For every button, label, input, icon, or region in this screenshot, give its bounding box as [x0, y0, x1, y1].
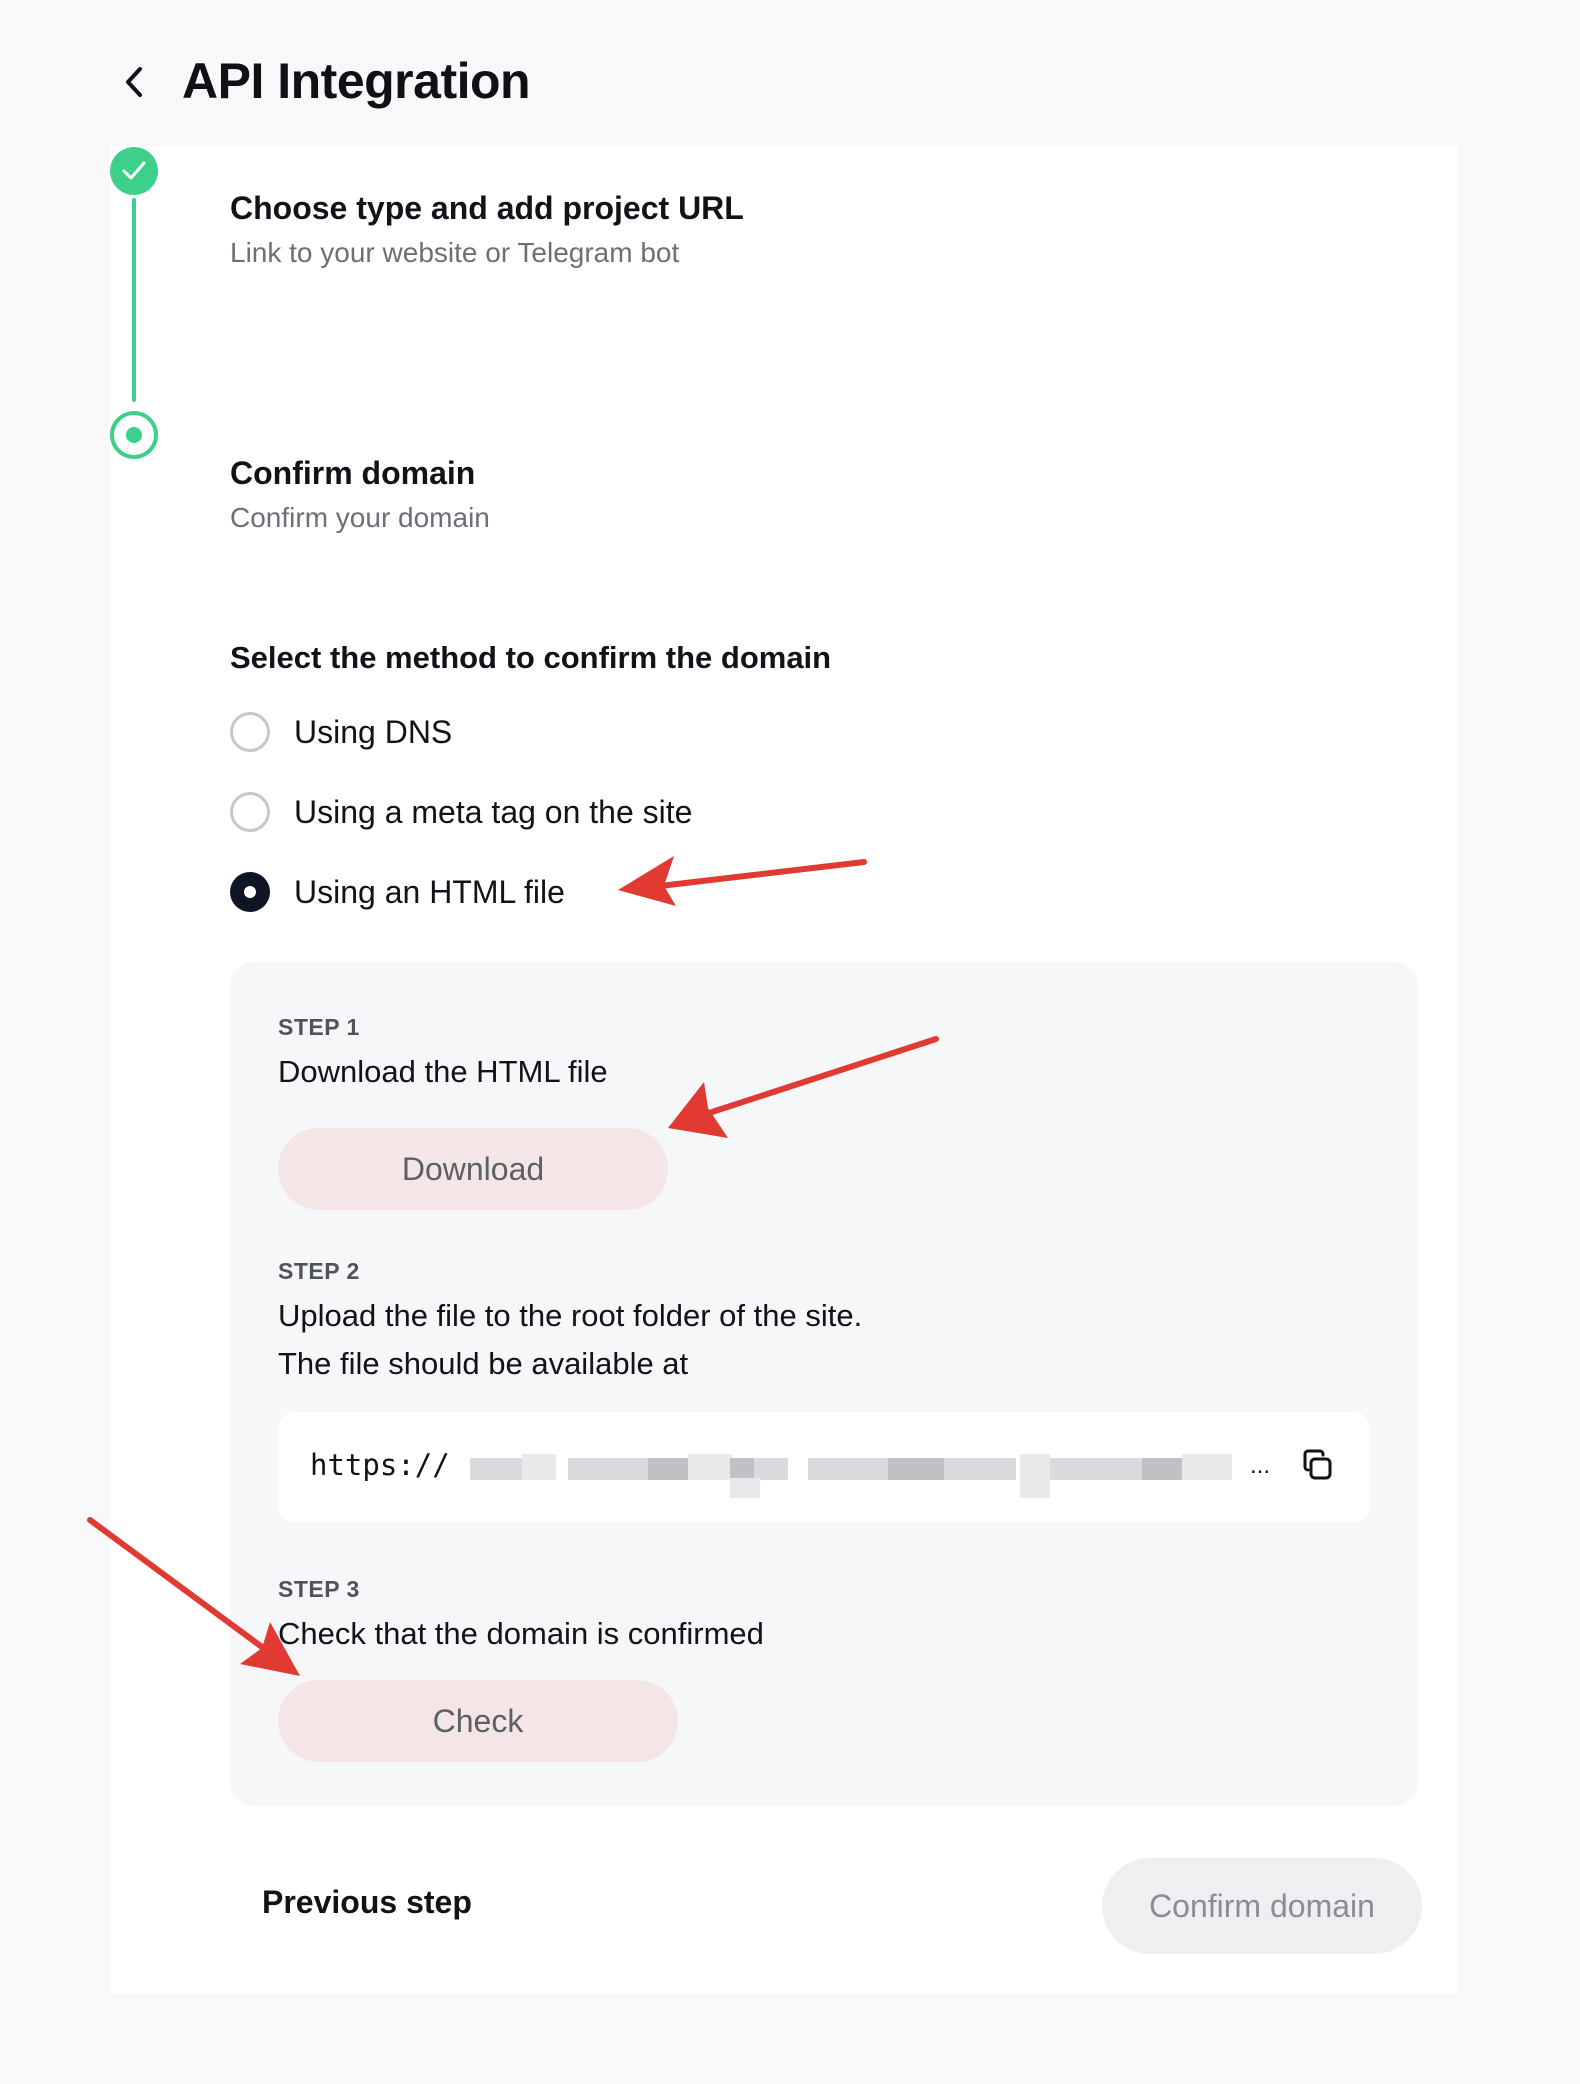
- step-2-text: Upload the file to the root folder of th…: [278, 1298, 863, 1333]
- radio-button-selected[interactable]: [230, 872, 270, 912]
- radio-option-html-file[interactable]: Using an HTML file: [230, 870, 565, 914]
- url-prefix: https://: [310, 1448, 450, 1482]
- step-1-title: Choose type and add project URL: [230, 190, 744, 226]
- radio-option-dns[interactable]: Using DNS: [230, 710, 452, 754]
- copy-icon: [1303, 1449, 1332, 1480]
- step-2-title: Confirm domain: [230, 455, 476, 491]
- file-url-field[interactable]: https:// ...: [278, 1412, 1370, 1522]
- step-2-subtitle: Confirm your domain: [230, 502, 490, 533]
- url-ellipsis: ...: [1250, 1452, 1271, 1479]
- radio-label: Using a meta tag on the site: [294, 793, 693, 830]
- previous-step-button[interactable]: Previous step: [262, 1884, 472, 1921]
- step-active-indicator: [110, 411, 158, 459]
- active-dot: [126, 427, 142, 443]
- step-1-text: Download the HTML file: [278, 1054, 608, 1089]
- confirm-domain-button[interactable]: Confirm domain: [1102, 1858, 1422, 1954]
- method-label: Select the method to confirm the domain: [230, 640, 832, 675]
- step-3-text: Check that the domain is confirmed: [278, 1616, 764, 1651]
- radio-dot: [244, 886, 256, 898]
- radio-label: Using DNS: [294, 713, 453, 750]
- radio-option-meta-tag[interactable]: Using a meta tag on the site: [230, 790, 692, 834]
- step-1-subtitle: Link to your website or Telegram bot: [230, 237, 680, 268]
- step-2-subtext: The file should be available at: [278, 1346, 689, 1381]
- step-1-tag: STEP 1: [278, 1014, 360, 1040]
- copy-button[interactable]: [1296, 1444, 1340, 1488]
- page: API Integration Choose type and add proj…: [0, 0, 1580, 2084]
- check-icon: [122, 161, 146, 180]
- radio-label: Using an HTML file: [294, 873, 565, 910]
- download-button[interactable]: Download: [278, 1128, 668, 1210]
- chevron-left-icon: [126, 67, 142, 97]
- check-button[interactable]: Check: [278, 1680, 678, 1762]
- step-2-tag: STEP 2: [278, 1258, 360, 1284]
- back-button[interactable]: [116, 62, 152, 102]
- stepper-connector: [132, 198, 136, 402]
- radio-button[interactable]: [230, 792, 270, 832]
- page-title: API Integration: [182, 53, 531, 109]
- radio-button[interactable]: [230, 712, 270, 752]
- step-completed-indicator: [110, 147, 158, 195]
- step-3-tag: STEP 3: [278, 1576, 360, 1602]
